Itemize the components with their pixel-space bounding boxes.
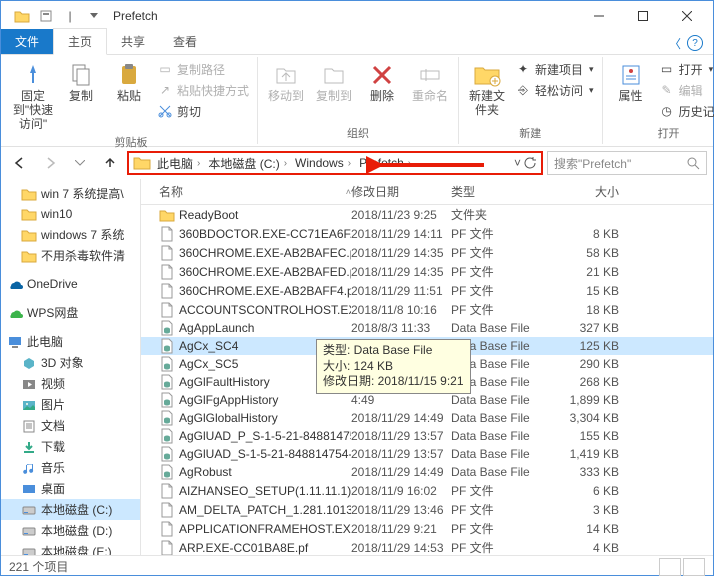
table-row[interactable]: AM_DELTA_PATCH_1.281.1013.0.E-4D...2018/… [141,500,713,519]
tree-item[interactable]: 此电脑 [1,331,140,352]
ribbon-tabs: 文件 主页 共享 查看 〈? [1,31,713,55]
tree-item[interactable]: 不用杀毒软件清 [1,245,140,266]
table-row[interactable]: APPLICATIONFRAMEHOST.EXE-CCF4E...2018/11… [141,519,713,538]
pasteshortcut-button[interactable]: ↗粘贴快捷方式 [157,80,249,100]
tree-item[interactable]: 下载 [1,436,140,457]
tree-item[interactable]: 本地磁盘 (E:) [1,541,140,555]
view-details-icon[interactable] [659,558,681,576]
tree-item[interactable]: WPS网盘 [1,302,140,323]
copypath-button[interactable]: ▭复制路径 [157,59,249,79]
search-input[interactable]: 搜索"Prefetch" [547,151,707,175]
file-list: 名称˄ 修改日期 类型 大小 ReadyBoot2018/11/23 9:25文… [141,179,713,555]
group-organize-label: 组织 [347,124,369,142]
tree-item[interactable]: 文档 [1,415,140,436]
copy-button[interactable]: 复制 [57,59,105,106]
up-button[interactable] [97,151,123,175]
navbar: 此电脑› 本地磁盘 (C:)› Windows› Prefetch› ˅ 搜索"… [1,147,713,179]
newitem-button[interactable]: ✦新建项目▾ [515,59,594,79]
group-new-label: 新建 [519,124,541,142]
open-button[interactable]: ▭打开▾ [659,59,714,79]
crumb-2[interactable]: Windows› [293,156,357,170]
newfolder-button[interactable]: 新建文件夹 [463,59,511,120]
qat-dropdown-icon[interactable] [83,5,105,27]
tree-item[interactable]: 图片 [1,394,140,415]
tree-item[interactable]: win10 [1,204,140,224]
tree-item[interactable]: 视频 [1,373,140,394]
ribbon-help[interactable]: 〈? [659,33,713,54]
item-count: 221 个项目 [9,558,68,575]
table-row[interactable]: AgGlUAD_S-1-5-21-848814754-34387...2018/… [141,445,713,463]
file-tooltip: 类型: Data Base File 大小: 124 KB 修改日期: 2018… [316,339,471,394]
maximize-button[interactable] [621,2,665,30]
qat-props-icon[interactable] [35,5,57,27]
rename-button[interactable]: 重命名 [406,59,454,106]
tab-view[interactable]: 查看 [159,29,211,54]
table-row[interactable]: 360CHROME.EXE-AB2BAFF4.pf2018/11/29 11:5… [141,281,713,300]
table-row[interactable]: 360CHROME.EXE-AB2BAFEC.pf2018/11/29 14:3… [141,243,713,262]
tree-item[interactable]: 本地磁盘 (C:) [1,499,140,520]
view-icons-icon[interactable] [683,558,705,576]
address-folder-icon [133,155,151,171]
table-row[interactable]: AgGlUAD_P_S-1-5-21-848814754-343...2018/… [141,427,713,445]
group-open-label: 打开 [658,124,680,142]
back-button[interactable] [7,151,33,175]
tree-item[interactable]: OneDrive [1,274,140,294]
folder-app-icon [11,5,33,27]
titlebar: | Prefetch [1,1,713,31]
tree-item[interactable]: 音乐 [1,457,140,478]
tab-file[interactable]: 文件 [1,29,53,54]
search-icon [686,156,700,170]
tree-item[interactable]: win 7 系统提高\ [1,183,140,204]
close-button[interactable] [665,2,709,30]
annotation-arrow [366,155,486,175]
recent-dropdown[interactable] [67,151,93,175]
nav-tree[interactable]: win 7 系统提高\win10windows 7 系统不用杀毒软件清 OneDr… [1,179,141,555]
crumb-1[interactable]: 本地磁盘 (C:)› [206,155,293,172]
table-row[interactable]: ACCOUNTSCONTROLHOST.EXE-96D...2018/11/8 … [141,300,713,319]
table-row[interactable]: AgGlGlobalHistory2018/11/29 14:49Data Ba… [141,409,713,427]
table-row[interactable]: ARP.EXE-CC01BA8E.pf2018/11/29 14:53PF 文件… [141,538,713,555]
table-row[interactable]: ReadyBoot2018/11/23 9:25文件夹 [141,205,713,224]
qat-separator: | [59,5,81,27]
table-row[interactable]: AgRobust2018/11/29 14:49Data Base File33… [141,463,713,481]
delete-button[interactable]: 删除 [358,59,406,106]
minimize-button[interactable] [577,2,621,30]
refresh-icon[interactable] [523,156,537,170]
pin-button[interactable]: 固定到"快速访问" [9,59,57,133]
tree-item[interactable]: 3D 对象 [1,352,140,373]
crumb-0[interactable]: 此电脑› [155,155,206,172]
window-title: Prefetch [113,9,158,23]
cut-button[interactable]: 剪切 [157,101,249,121]
copyto-button[interactable]: 复制到 [310,59,358,106]
tab-share[interactable]: 共享 [107,29,159,54]
group-clipboard-label: 剪贴板 [115,133,148,151]
tab-home[interactable]: 主页 [53,28,107,55]
paste-button[interactable]: 粘贴 [105,59,153,106]
properties-button[interactable]: 属性 [607,59,655,106]
forward-button[interactable] [37,151,63,175]
tree-item[interactable]: 桌面 [1,478,140,499]
edit-button[interactable]: ✎编辑 [659,80,714,100]
column-headers[interactable]: 名称˄ 修改日期 类型 大小 [141,179,713,205]
tree-item[interactable]: 本地磁盘 (D:) [1,520,140,541]
address-dropdown-icon[interactable]: ˅ [514,156,521,170]
table-row[interactable]: AIZHANSEO_SETUP(1.11.11.1).EX-3AE...2018… [141,481,713,500]
ribbon: 固定到"快速访问" 复制 粘贴 ▭复制路径 ↗粘贴快捷方式 剪切 剪贴板 移动到… [1,55,713,147]
table-row[interactable]: 360BDOCTOR.EXE-CC71EA6F.pf2018/11/29 14:… [141,224,713,243]
table-row[interactable]: 360CHROME.EXE-AB2BAFED.pf2018/11/29 14:3… [141,262,713,281]
table-row[interactable]: AgAppLaunch2018/8/3 11:33Data Base File3… [141,319,713,337]
moveto-button[interactable]: 移动到 [262,59,310,106]
history-button[interactable]: ◷历史记录 [659,101,714,121]
easyaccess-button[interactable]: ⎆轻松访问▾ [515,80,594,100]
address-bar[interactable]: 此电脑› 本地磁盘 (C:)› Windows› Prefetch› ˅ [127,151,543,175]
tree-item[interactable]: windows 7 系统 [1,224,140,245]
status-bar: 221 个项目 [1,555,713,577]
